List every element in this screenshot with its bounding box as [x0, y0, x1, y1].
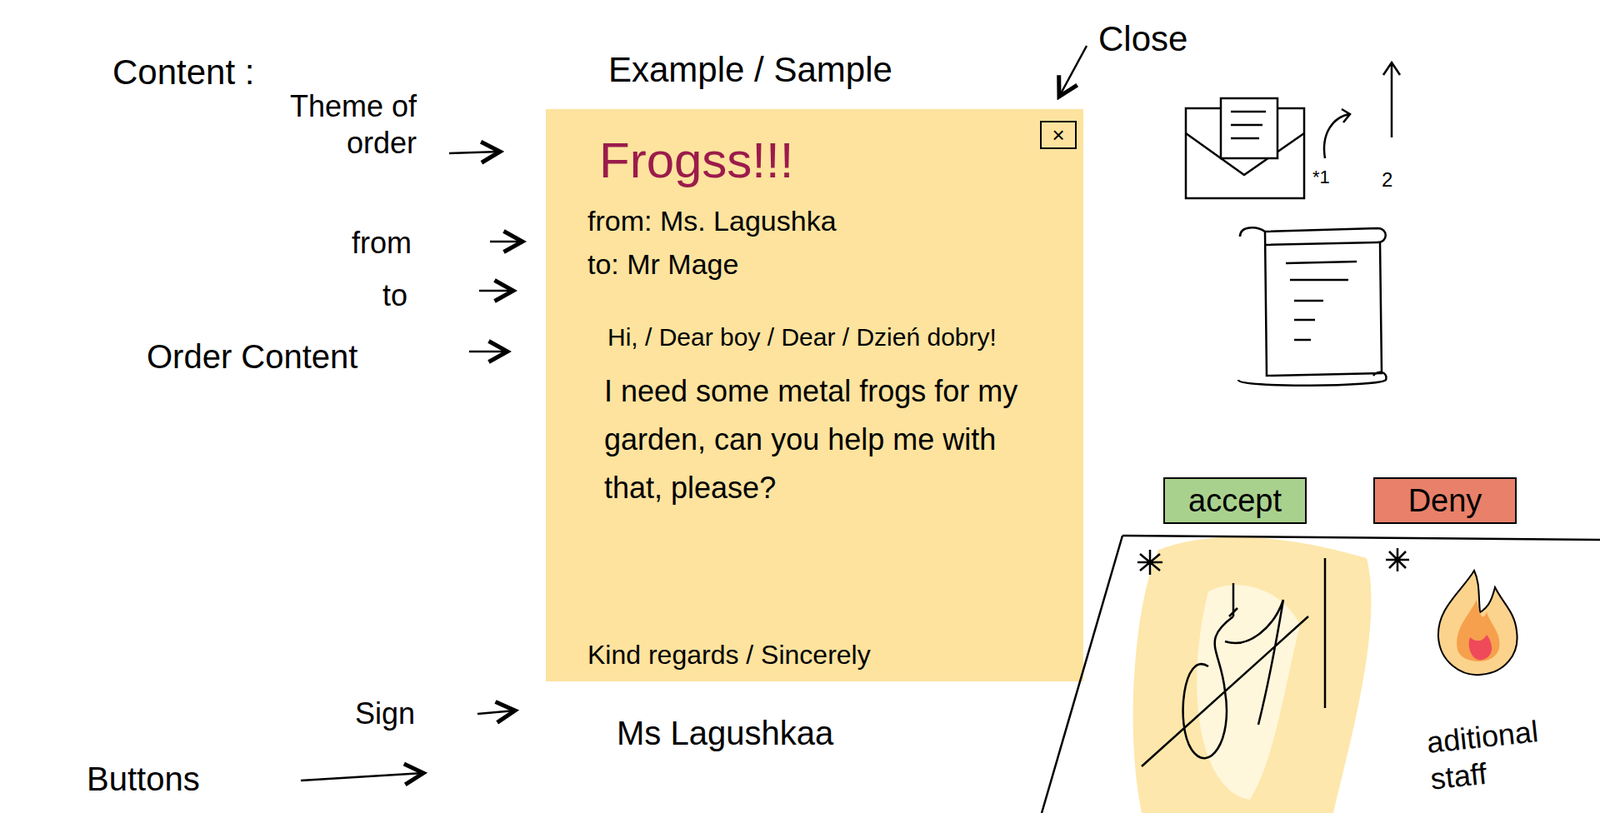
fire-icon	[1428, 566, 1527, 680]
scroll-icon	[1231, 221, 1395, 393]
envelope-letter-icon	[1179, 91, 1313, 209]
desk-scene-icon	[1033, 525, 1600, 813]
closing: Kind regards / Sincerely	[587, 636, 1042, 674]
sign-label: Sign	[355, 691, 415, 737]
from-label: from	[351, 220, 412, 266]
theme-label: Theme of order	[250, 88, 417, 162]
to-field: to: Mr Mage	[587, 242, 1042, 286]
order-body: I need some metal frogs for my garden, c…	[587, 367, 1042, 513]
from-field: from: Ms. Lagushka	[587, 199, 1042, 243]
order-theme: Frogss!!!	[587, 129, 1042, 193]
to-label: to	[382, 273, 408, 319]
signature: Ms Lagushkaa	[616, 708, 834, 759]
order-content-label: Order Content	[146, 331, 358, 382]
deny-button[interactable]: Deny	[1373, 477, 1517, 525]
accept-button[interactable]: accept	[1163, 477, 1307, 525]
letter-card: ×Frogss!!! from: Ms. Lagushkato: Mr Mage H…	[545, 109, 1084, 682]
icon-note: 2	[1381, 165, 1393, 195]
buttons-label: Buttons	[86, 754, 200, 805]
close-label: Close	[1098, 12, 1188, 65]
up-arrow-icon	[1379, 58, 1405, 142]
greeting: Hi, / Dear boy / Dear / Dzień dobry!	[587, 319, 1042, 356]
decision-buttons: accept Deny	[1163, 477, 1517, 525]
content-heading: Content :	[112, 45, 255, 99]
additional-stuff-note: aditional staff	[1425, 708, 1590, 798]
curved-arrow-icon	[1316, 104, 1359, 163]
icon-note: *1	[1312, 163, 1330, 191]
sketch-canvas: Content : Example / Sample Close Theme of o…	[0, 0, 1600, 813]
sample-heading: Example / Sample	[608, 43, 893, 96]
close-button[interactable]: ×	[1040, 120, 1077, 150]
